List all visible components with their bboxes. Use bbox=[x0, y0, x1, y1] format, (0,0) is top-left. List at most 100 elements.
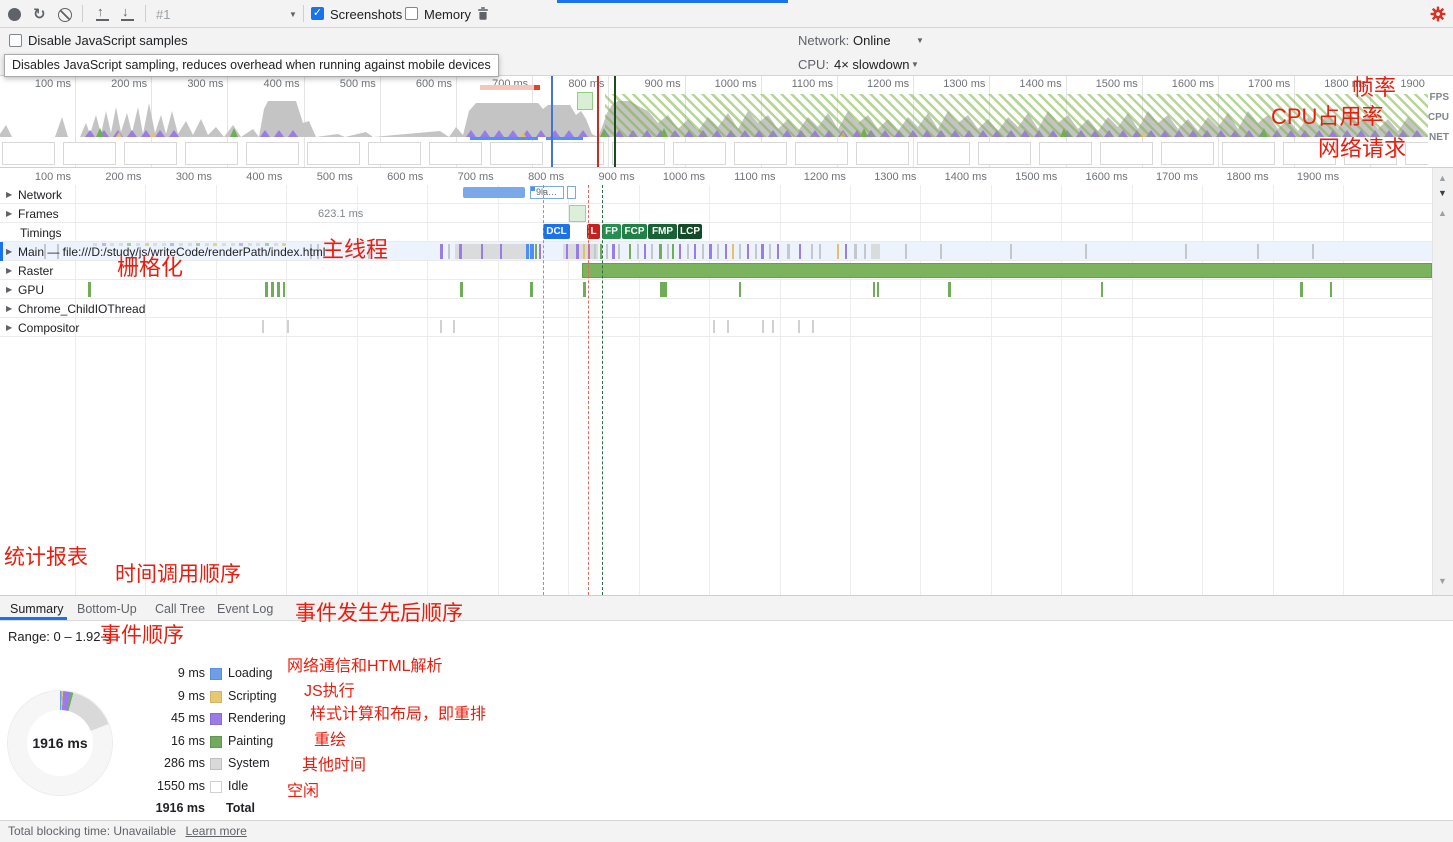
tab-bottom-up[interactable]: Bottom-Up bbox=[77, 602, 137, 616]
scroll-up-icon[interactable]: ▲ bbox=[1438, 208, 1447, 218]
main-thread-task bbox=[606, 244, 608, 259]
main-thread-task bbox=[576, 244, 579, 259]
toolbar-separator bbox=[82, 5, 83, 22]
overview-ruler-tick: 200 ms bbox=[87, 78, 147, 90]
legend-time: 286 ms bbox=[130, 756, 205, 770]
track-expand-icon[interactable]: ▶ bbox=[6, 285, 12, 294]
legend-time: 1550 ms bbox=[130, 779, 205, 793]
main-thread-task bbox=[566, 244, 568, 259]
disable-js-samples-label: Disable JavaScript samples bbox=[28, 33, 188, 48]
tab-event-log[interactable]: Event Log bbox=[217, 602, 273, 616]
settings-gear-icon[interactable] bbox=[1430, 6, 1446, 22]
screenshot-frame[interactable] bbox=[368, 142, 421, 165]
scroll-down-icon[interactable]: ▼ bbox=[1438, 576, 1447, 586]
main-thread-task bbox=[702, 244, 704, 259]
overview-ruler-tick: 1500 ms bbox=[1078, 78, 1138, 90]
screenshot-frame[interactable] bbox=[490, 142, 543, 165]
flame-marker-line bbox=[588, 185, 589, 595]
main-thread-task bbox=[811, 244, 813, 259]
cpu-throttle-select[interactable]: 4× slowdown bbox=[834, 57, 910, 72]
screenshot-frame[interactable] bbox=[246, 142, 299, 165]
scroll-down-icon[interactable]: ▼ bbox=[1438, 188, 1447, 198]
network-select-chevron-icon[interactable]: ▼ bbox=[916, 36, 924, 45]
load-profile-icon[interactable]: ↑ bbox=[97, 4, 104, 19]
flame-chart[interactable]: 100 ms200 ms300 ms400 ms500 ms600 ms700 … bbox=[0, 168, 1432, 595]
legend-time: 9 ms bbox=[130, 666, 205, 680]
frame-thumb[interactable] bbox=[569, 205, 586, 222]
disable-js-samples-checkbox[interactable] bbox=[9, 34, 22, 47]
tab-highlight-fragment bbox=[557, 0, 788, 3]
main-thread-task bbox=[787, 244, 790, 259]
reload-icon[interactable]: ↻ bbox=[33, 5, 46, 23]
track-expand-icon[interactable]: ▶ bbox=[6, 304, 12, 313]
compositor-task bbox=[713, 320, 715, 333]
screenshot-frame[interactable] bbox=[795, 142, 848, 165]
screenshot-frame[interactable] bbox=[1100, 142, 1153, 165]
legend-total-time: 1916 ms bbox=[130, 801, 205, 815]
load-profile-base bbox=[96, 19, 109, 21]
tab-call-tree[interactable]: Call Tree bbox=[155, 602, 205, 616]
record-button[interactable] bbox=[8, 8, 21, 21]
screenshot-frame[interactable] bbox=[307, 142, 360, 165]
screenshot-frame[interactable] bbox=[978, 142, 1031, 165]
cpu-select-chevron-icon[interactable]: ▼ bbox=[911, 60, 919, 69]
main-thread-task bbox=[755, 244, 757, 259]
profile-select[interactable]: #1 bbox=[156, 7, 170, 22]
screenshot-frame[interactable] bbox=[429, 142, 482, 165]
profile-select-chevron-icon[interactable]: ▼ bbox=[289, 10, 297, 19]
main-thread-task bbox=[481, 244, 483, 259]
network-throttle-select[interactable]: Online bbox=[853, 33, 891, 48]
memory-checkbox[interactable] bbox=[405, 7, 418, 20]
screenshot-frame[interactable] bbox=[1283, 142, 1336, 165]
screenshot-frame[interactable] bbox=[673, 142, 726, 165]
screenshots-checkbox[interactable]: ✓ bbox=[311, 7, 324, 20]
timing-badge-dcl: DCL bbox=[543, 224, 570, 239]
main-thread-task bbox=[854, 244, 857, 259]
main-thread-task bbox=[455, 244, 531, 259]
tab-summary[interactable]: Summary bbox=[10, 602, 63, 616]
scroll-up-icon[interactable]: ▲ bbox=[1438, 173, 1447, 183]
legend-label-system: System bbox=[228, 756, 270, 770]
screenshot-frame[interactable] bbox=[185, 142, 238, 165]
screenshot-frame[interactable] bbox=[1344, 142, 1397, 165]
timing-badge-lcp: LCP bbox=[678, 224, 702, 239]
screenshot-frame[interactable] bbox=[2, 142, 55, 165]
track-expand-icon[interactable]: ▶ bbox=[6, 247, 12, 256]
screenshot-frame[interactable] bbox=[856, 142, 909, 165]
timeline-overview[interactable]: 100 ms200 ms300 ms400 ms500 ms600 ms700 … bbox=[0, 76, 1428, 168]
track-expand-icon[interactable]: ▶ bbox=[6, 190, 12, 199]
screenshot-frame[interactable] bbox=[1039, 142, 1092, 165]
track-expand-icon[interactable]: ▶ bbox=[6, 323, 12, 332]
learn-more-link[interactable]: Learn more bbox=[185, 824, 246, 838]
network-request-bar[interactable] bbox=[463, 187, 525, 198]
track-row bbox=[0, 299, 1432, 318]
main-thread-task bbox=[799, 244, 801, 259]
main-thread-task bbox=[530, 244, 534, 259]
raster-task-bar[interactable] bbox=[582, 263, 1432, 278]
main-thread-task bbox=[1257, 244, 1259, 259]
disable-js-samples-tooltip: Disables JavaScript sampling, reduces ov… bbox=[4, 54, 499, 77]
screenshot-frame[interactable] bbox=[63, 142, 116, 165]
screenshot-frame[interactable] bbox=[1405, 142, 1428, 165]
details-tabbar: Summary Bottom-Up Call Tree Event Log bbox=[0, 595, 1453, 621]
flame-scrollbar[interactable]: ▲ ▼ ▲ ▼ bbox=[1432, 168, 1453, 595]
screenshot-frame[interactable] bbox=[1222, 142, 1275, 165]
screenshot-frame[interactable] bbox=[917, 142, 970, 165]
flame-ruler-tick: 400 ms bbox=[222, 171, 282, 183]
clear-icon[interactable] bbox=[58, 8, 72, 22]
network-request-item[interactable]: 9la… bbox=[530, 186, 564, 199]
screenshot-frame[interactable] bbox=[124, 142, 177, 165]
main-thread-task bbox=[1312, 244, 1314, 259]
main-thread-task bbox=[845, 244, 847, 259]
track-expand-icon[interactable]: ▶ bbox=[6, 266, 12, 275]
flame-ruler-tick: 100 ms bbox=[11, 171, 71, 183]
save-profile-icon[interactable]: ↓ bbox=[122, 4, 129, 19]
screenshot-frame[interactable] bbox=[734, 142, 787, 165]
track-expand-icon[interactable]: ▶ bbox=[6, 209, 12, 218]
overview-ruler-tick: 400 ms bbox=[240, 78, 300, 90]
trash-icon[interactable] bbox=[475, 5, 491, 22]
main-thread-task bbox=[717, 244, 719, 259]
screenshot-frame[interactable] bbox=[612, 142, 665, 165]
screenshot-frame[interactable] bbox=[1161, 142, 1214, 165]
legend-time: 16 ms bbox=[130, 734, 205, 748]
